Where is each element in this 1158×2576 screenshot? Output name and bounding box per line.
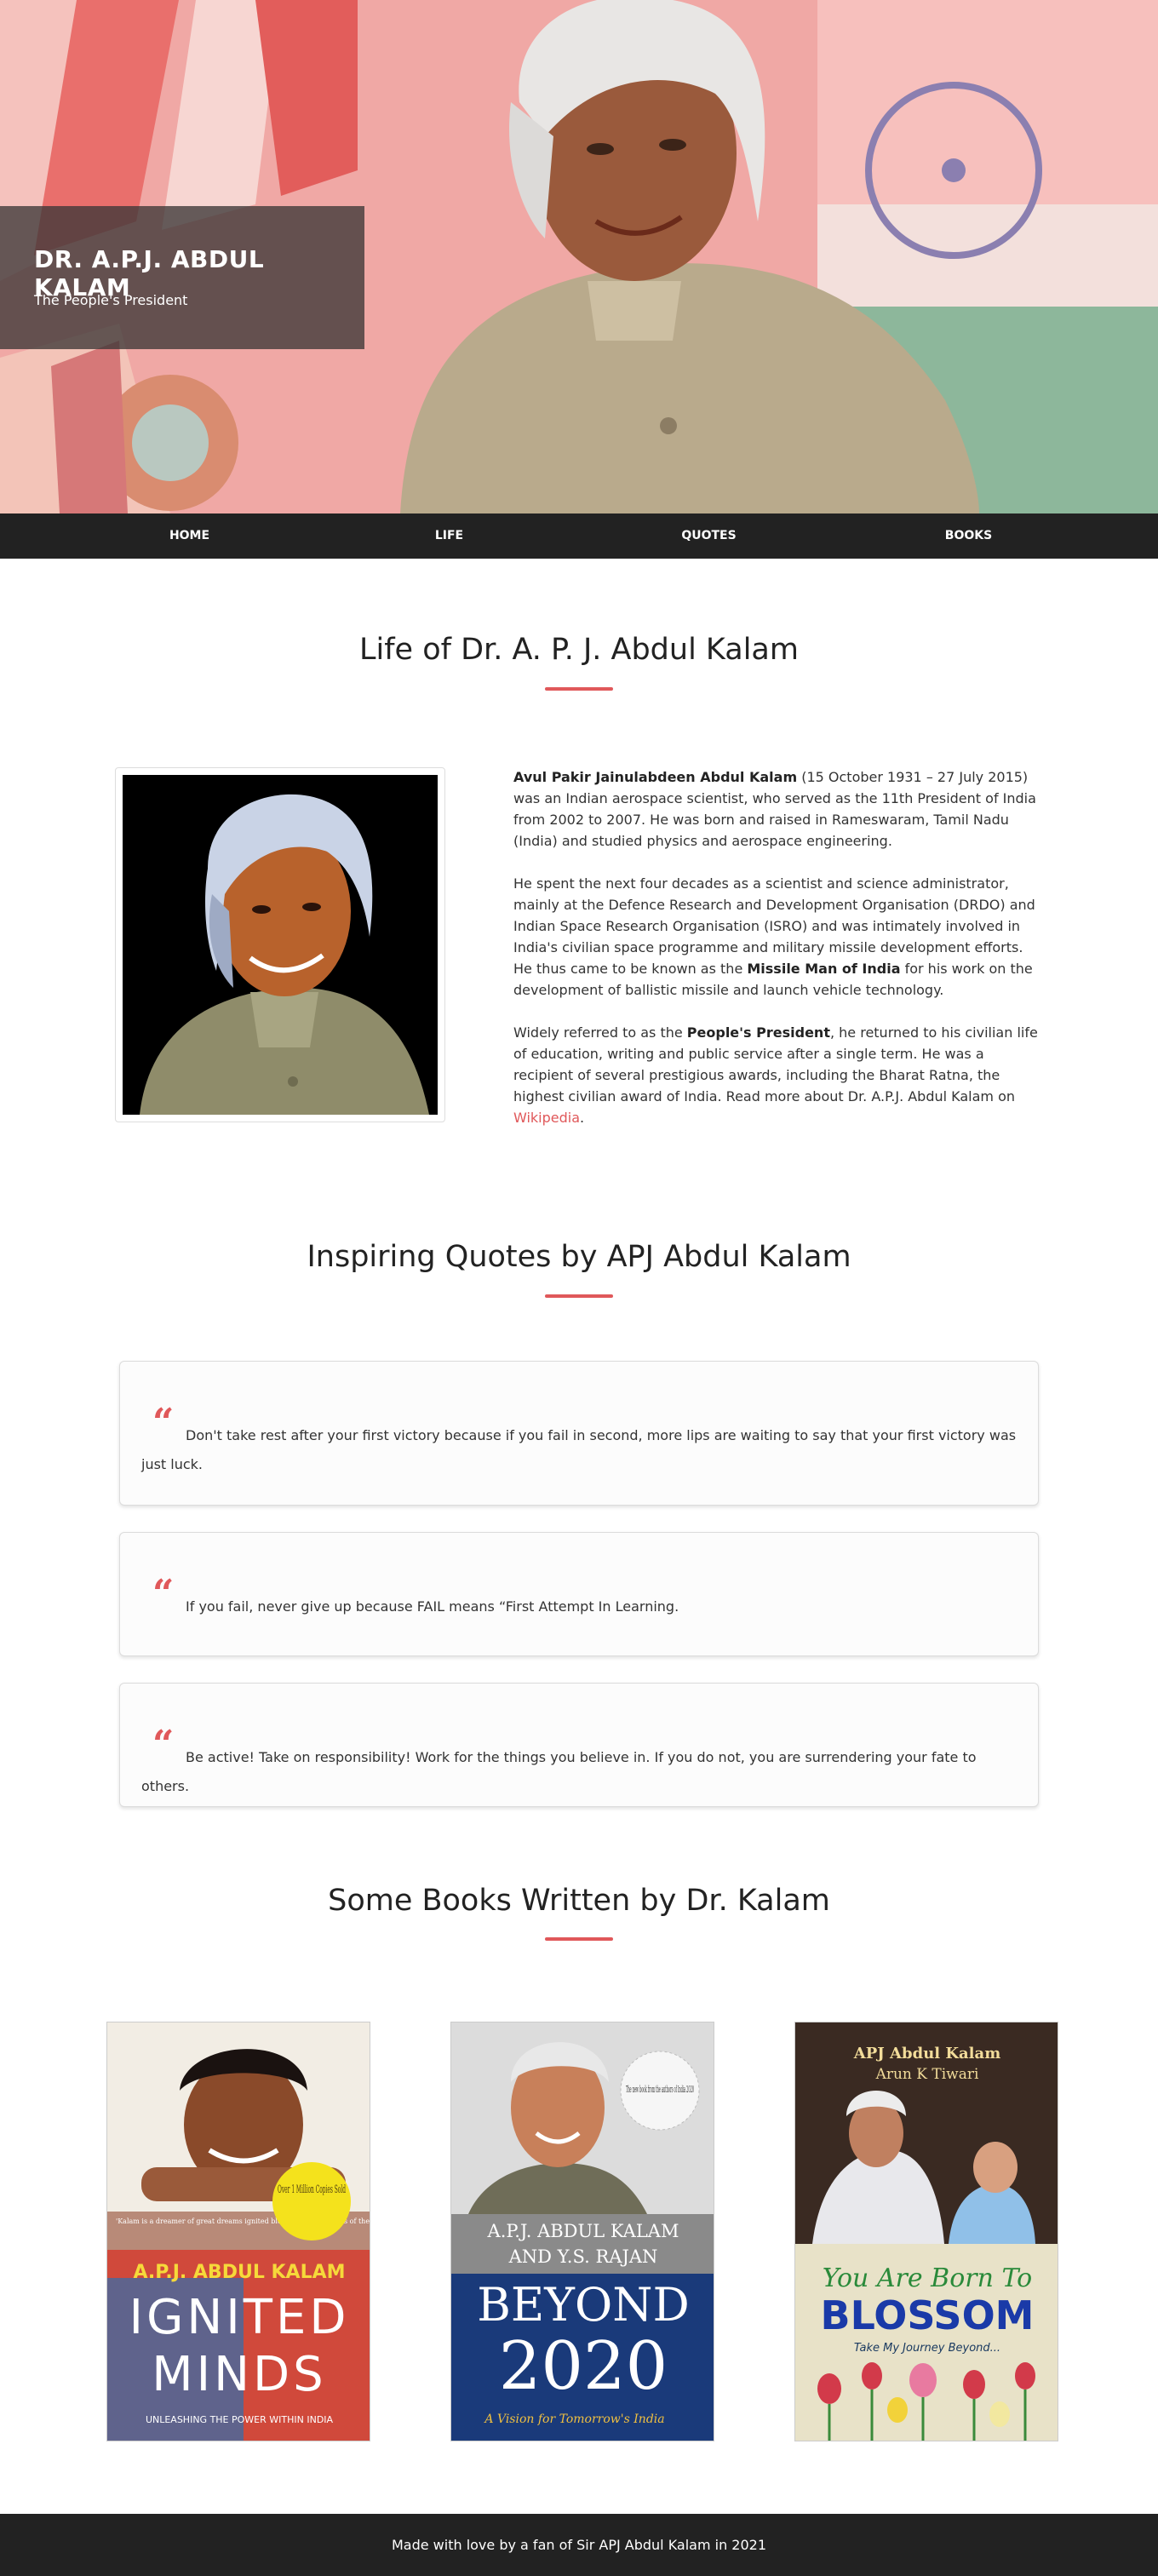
- nav-life[interactable]: LIFE: [319, 513, 579, 559]
- footer-text: Made with love by a fan of Sir APJ Abdul…: [391, 2537, 767, 2553]
- quote-card: “ Don't take rest after your first victo…: [119, 1361, 1039, 1506]
- main-navigation: HOME LIFE QUOTES BOOKS: [0, 513, 1158, 559]
- books-heading: Some Books Written by Dr. Kalam: [328, 1884, 830, 1918]
- book-cover-born-to-blossom: APJ Abdul Kalam Arun K Tiwari You Are Bo…: [795, 2022, 1058, 2441]
- book1-title-line2: MINDS: [152, 2347, 326, 2402]
- portrait-frame: [115, 767, 445, 1122]
- book2-sticker: The new book from the authors of India 2…: [626, 2084, 694, 2095]
- book3-subtitle: Take My Journey Beyond...: [854, 2342, 1000, 2355]
- nav-books[interactable]: BOOKS: [839, 513, 1098, 559]
- book-beyond-2020[interactable]: The new book from the authors of India 2…: [450, 2022, 714, 2441]
- book1-title-line1: IGNITED: [129, 2290, 349, 2345]
- quote-text: Don't take rest after your first victory…: [141, 1427, 1017, 1472]
- life-paragraph-1: Avul Pakir Jainulabdeen Abdul Kalam (15 …: [513, 769, 1036, 849]
- books-heading-underline: [545, 1937, 613, 1941]
- book2-title-line1: BEYOND: [477, 2278, 690, 2332]
- hero-banner: DR. A.P.J. ABDUL KALAM The People's Pres…: [0, 0, 1158, 513]
- book-born-to-blossom[interactable]: APJ Abdul Kalam Arun K Tiwari You Are Bo…: [794, 2022, 1058, 2441]
- site-tagline: The People's President: [34, 292, 188, 308]
- life-paragraph-3: Widely referred to as the People's Presi…: [513, 1024, 1038, 1126]
- life-heading-underline: [545, 687, 613, 691]
- book3-title-line1: You Are Born To: [823, 2263, 1032, 2293]
- book3-title-line2: BLOSSOM: [821, 2292, 1035, 2338]
- kalam-portrait: [123, 775, 438, 1115]
- book2-authors-line2: AND Y.S. RAJAN: [508, 2246, 658, 2267]
- book1-author: A.P.J. ABDUL KALAM: [133, 2262, 345, 2283]
- book1-badge: Over 1 Million Copies Sold: [278, 2183, 346, 2196]
- quote-card: “ If you fail, never give up because FAI…: [119, 1532, 1039, 1656]
- book3-author2: Arun K Tiwari: [875, 2066, 979, 2083]
- book2-title-line2: 2020: [499, 2328, 668, 2405]
- hero-title-card: DR. A.P.J. ABDUL KALAM The People's Pres…: [0, 206, 364, 349]
- quote-card: “ Be active! Take on responsibility! Wor…: [119, 1683, 1039, 1807]
- footer: Made with love by a fan of Sir APJ Abdul…: [0, 2514, 1158, 2576]
- quotes-heading-underline: [545, 1294, 613, 1298]
- book-ignited-minds[interactable]: 'Kalam is a dreamer of great dreams igni…: [106, 2022, 370, 2441]
- book-cover-beyond-2020: The new book from the authors of India 2…: [451, 2022, 714, 2441]
- life-paragraph-2: He spent the next four decades as a scie…: [513, 875, 1035, 998]
- quote-text: If you fail, never give up because FAIL …: [186, 1598, 679, 1615]
- nav-home[interactable]: HOME: [60, 513, 319, 559]
- book-cover-ignited-minds: 'Kalam is a dreamer of great dreams igni…: [107, 2022, 370, 2441]
- book3-author1: APJ Abdul Kalam: [853, 2045, 1000, 2063]
- wikipedia-link[interactable]: Wikipedia: [513, 1110, 580, 1126]
- book2-authors-line1: A.P.J. ABDUL KALAM: [487, 2221, 679, 2241]
- book2-subtitle: A Vision for Tomorrow's India: [483, 2412, 664, 2426]
- life-heading: Life of Dr. A. P. J. Abdul Kalam: [359, 633, 799, 667]
- life-description: Avul Pakir Jainulabdeen Abdul Kalam (15 …: [513, 766, 1046, 1150]
- nav-quotes[interactable]: QUOTES: [579, 513, 839, 559]
- quotes-heading: Inspiring Quotes by APJ Abdul Kalam: [307, 1240, 851, 1274]
- quote-text: Be active! Take on responsibility! Work …: [141, 1749, 977, 1794]
- book1-subtitle: UNLEASHING THE POWER WITHIN INDIA: [146, 2414, 334, 2425]
